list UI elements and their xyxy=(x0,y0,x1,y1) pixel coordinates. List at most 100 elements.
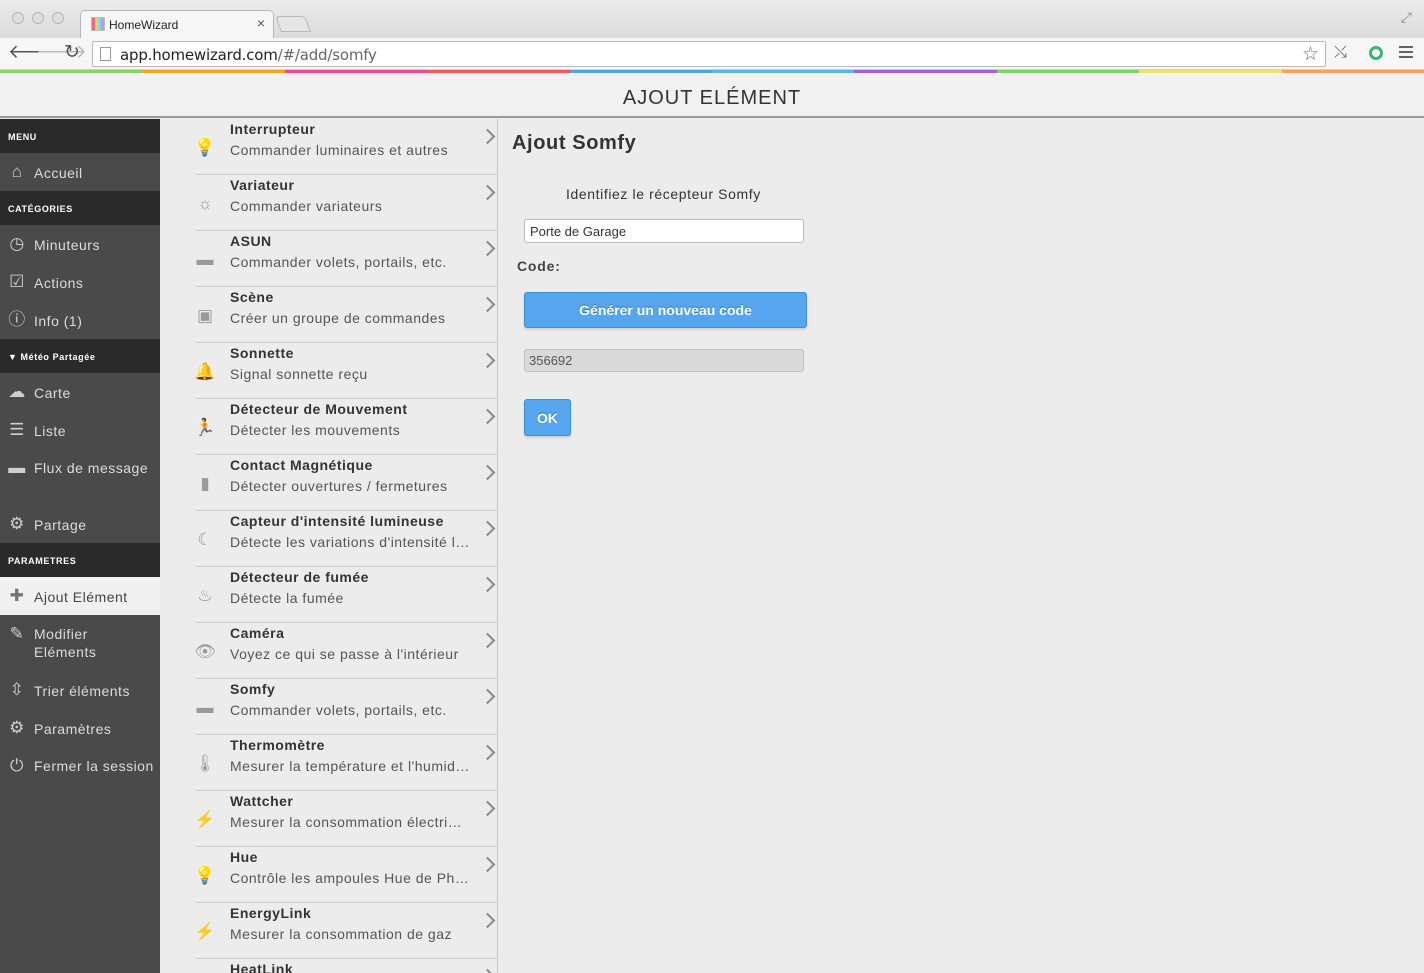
receiver-name-input[interactable] xyxy=(524,219,804,243)
gears-icon: ⚙ xyxy=(9,514,25,533)
fullscreen-icon[interactable]: ⤢ xyxy=(1401,9,1412,26)
extension-icon[interactable]: ⤯ xyxy=(1334,44,1347,62)
device-type-row[interactable]: 💡 Hue Contrôle les ampoules Hue de Philips xyxy=(194,847,497,903)
tab-close-icon[interactable]: × xyxy=(257,15,265,31)
power-icon: ⏻ xyxy=(10,756,24,775)
device-title: Hue xyxy=(230,849,258,865)
chevron-right-icon xyxy=(482,633,494,649)
sidebar-item-label: Carte xyxy=(34,385,71,401)
device-type-row[interactable]: 💡 Interrupteur Commander luminaires et aut… xyxy=(194,119,497,175)
sidebar-item-minuteurs[interactable]: ◷ Minuteurs xyxy=(0,225,160,263)
picture-icon: ▣ xyxy=(196,306,214,325)
device-title: Détecteur de Mouvement xyxy=(230,401,408,417)
sidebar-item-trier[interactable]: ⇳ Trier éléments xyxy=(0,671,160,709)
plus-icon: ✚ xyxy=(9,586,25,605)
chevron-right-icon xyxy=(482,857,494,873)
sidebar-item-liste[interactable]: ☰ Liste xyxy=(0,411,160,449)
device-type-row[interactable]: ♨ Détecteur de fumée Détecte la fumée xyxy=(196,567,497,623)
sidebar-item-label: Info (1) xyxy=(34,313,83,329)
device-type-row[interactable]: 🔔 Sonnette Signal sonnette reçu xyxy=(194,343,497,399)
device-type-row[interactable]: ▣ Scène Créer un groupe de commandes xyxy=(196,287,497,343)
sidebar-item-partage[interactable]: ⚙ Partage xyxy=(0,505,160,543)
tab-title: HomeWizard xyxy=(109,18,179,32)
sidebar-item-accueil[interactable]: ⌂ Accueil xyxy=(0,153,160,191)
device-subtitle: Contrôle les ampoules Hue de Philips xyxy=(230,870,470,886)
home-icon: ⌂ xyxy=(11,162,23,181)
window-zoom-dot[interactable] xyxy=(52,12,64,24)
reload-button[interactable]: ↻ xyxy=(64,42,80,64)
address-bar[interactable]: app.homewizard.com/#/add/somfy ☆ xyxy=(92,41,1326,67)
sidebar-item-label: Modifier Eléments xyxy=(34,626,97,660)
extension-green-icon[interactable] xyxy=(1369,46,1383,60)
new-tab-button[interactable] xyxy=(275,16,311,32)
moon-icon: ☾ xyxy=(197,530,213,549)
favicon-icon xyxy=(91,17,105,31)
sidebar-item-parametres[interactable]: ⚙ Paramètres xyxy=(0,709,160,747)
device-subtitle: Créer un groupe de commandes xyxy=(230,310,446,326)
bookmark-star-icon[interactable]: ☆ xyxy=(1302,43,1319,66)
bolt-icon: ⚡ xyxy=(194,922,216,941)
chevron-right-icon xyxy=(482,913,494,929)
pencil-icon: ✎ xyxy=(9,624,25,643)
bell-icon: 🔔 xyxy=(194,362,216,381)
device-type-row[interactable]: ⚡ Wattcher Mesurer la consommation électri… xyxy=(194,791,497,847)
url-text[interactable]: app.homewizard.com/#/add/somfy xyxy=(120,46,377,64)
sidebar-item-ajout-element[interactable]: ✚ Ajout Elément xyxy=(0,577,160,615)
sidebar-item-label: Actions xyxy=(34,275,84,291)
sidebar-item-flux[interactable]: ▬ Flux de message xyxy=(0,449,160,505)
sidebar: MENU ⌂ Accueil CATÉGORIES ◷ Minuteurs ☑ … xyxy=(0,119,160,973)
sidebar-item-actions[interactable]: ☑ Actions xyxy=(0,263,160,301)
sidebar-item-modifier[interactable]: ✎ Modifier Eléments xyxy=(0,615,160,671)
sidebar-item-label: Partage xyxy=(34,517,87,533)
device-type-row[interactable]: 👁 Caméra Voyez ce qui se passe à l'intérie… xyxy=(194,623,497,679)
chevron-right-icon xyxy=(482,745,494,761)
chevron-right-icon xyxy=(482,577,494,593)
sidebar-item-label: Paramètres xyxy=(34,721,112,737)
window-close-dot[interactable] xyxy=(12,12,24,24)
thermometer-icon: 🌡 xyxy=(194,754,216,773)
device-title: Détecteur de fumée xyxy=(230,569,369,585)
checkbox-icon: ☑ xyxy=(9,272,25,291)
ok-button[interactable]: OK xyxy=(524,399,571,436)
shutter-icon: ▬ xyxy=(196,250,214,269)
sort-icon: ⇳ xyxy=(9,680,25,699)
sidebar-section-menu: MENU xyxy=(0,119,160,153)
sidebar-item-logout[interactable]: ⏻ Fermer la session xyxy=(0,747,160,803)
device-type-row[interactable]: 🏃 Détecteur de Mouvement Détecter les mouv… xyxy=(194,399,497,455)
clock-icon: ◷ xyxy=(9,234,25,253)
page-title: AJOUT ELÉMENT xyxy=(622,87,802,109)
sidebar-section-meteo[interactable]: ▼ Météo Partagée xyxy=(0,339,160,373)
device-title: ASUN xyxy=(230,233,272,249)
device-subtitle: Voyez ce qui se passe à l'intérieur xyxy=(230,646,459,662)
device-type-row[interactable]: ▬ Somfy Commander volets, portails, etc. xyxy=(196,679,497,735)
main-panel: Ajout Somfy Identifiez le récepteur Somf… xyxy=(498,119,1424,973)
chevron-right-icon xyxy=(482,409,494,425)
device-title: Scène xyxy=(230,289,274,305)
device-subtitle: Mesurer la température et l'humidité xyxy=(230,758,470,774)
sidebar-item-label: Trier éléments xyxy=(34,683,130,699)
chevron-right-icon xyxy=(482,521,494,537)
device-title: HeatLink xyxy=(230,961,294,973)
chevron-right-icon xyxy=(482,185,494,201)
sidebar-item-carte[interactable]: ☁ Carte xyxy=(0,373,160,411)
cloud-icon: ☁ xyxy=(8,382,26,401)
device-type-row[interactable]: ▬ ASUN Commander volets, portails, etc. xyxy=(196,231,497,287)
device-type-row[interactable]: 🌡 Thermomètre Mesurer la température et l'… xyxy=(194,735,497,791)
device-subtitle: Commander luminaires et autres xyxy=(230,142,449,158)
browser-tab[interactable]: HomeWizard × xyxy=(80,10,274,38)
device-type-row[interactable]: ♨HeatLink xyxy=(196,959,497,973)
sidebar-item-info[interactable]: ⓘ Info (1) xyxy=(0,301,160,339)
device-type-row[interactable]: ⚡ EnergyLink Mesurer la consommation de ga… xyxy=(194,903,497,959)
sidebar-item-label: Liste xyxy=(34,423,67,439)
form-title: Ajout Somfy xyxy=(512,132,637,154)
device-type-row[interactable]: ▮ Contact Magnétique Détecter ouvertures /… xyxy=(196,455,497,511)
generate-code-button[interactable]: Générer un nouveau code xyxy=(524,292,807,328)
browser-menu-icon[interactable] xyxy=(1399,46,1413,59)
device-type-row[interactable]: ☼ Variateur Commander variateurs xyxy=(196,175,497,231)
device-subtitle: Détecte les variations d'intensité lumin… xyxy=(230,534,470,550)
device-subtitle: Commander variateurs xyxy=(230,198,383,214)
device-subtitle: Commander volets, portails, etc. xyxy=(230,254,447,270)
window-minimize-dot[interactable] xyxy=(32,12,44,24)
device-type-row[interactable]: ☾ Capteur d'intensité lumineuse Détecte le… xyxy=(196,511,497,567)
shutter-icon: ▬ xyxy=(196,698,214,717)
